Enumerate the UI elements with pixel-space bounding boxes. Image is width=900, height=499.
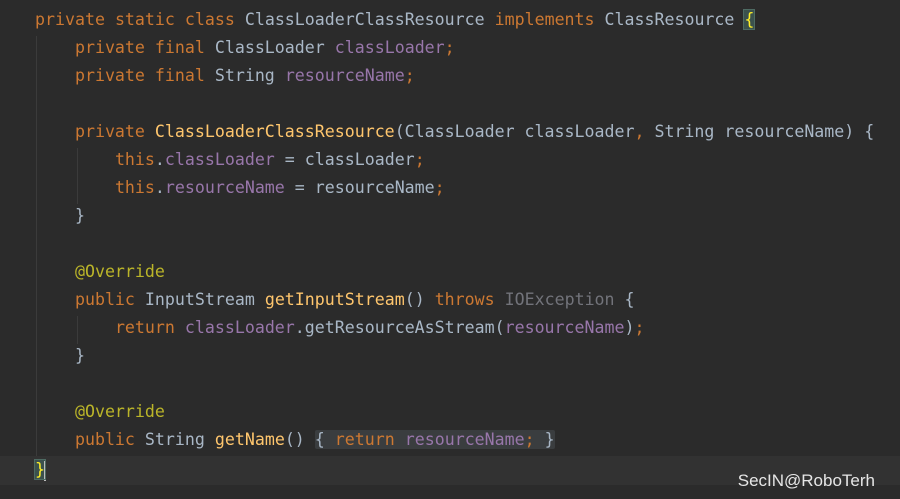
dot: . [154,178,165,197]
keyword-class: class [184,10,235,29]
field-name: classLoader [334,38,445,57]
keyword-return: return [114,318,175,337]
comma: , [634,122,645,141]
class-name: ClassLoaderClassResource [244,10,485,29]
watermark: SecIN@RoboTerh [737,471,875,490]
keyword-public: public [74,430,135,449]
keyword-private: private [74,66,145,85]
field-name: resourceName [284,66,405,85]
exception-type: IOException [504,290,615,309]
code-line-10[interactable]: @Override [35,258,165,286]
constructor-name: ClassLoaderClassResource [154,122,395,141]
field-type: ClassLoader [214,38,325,57]
annotation-override: @Override [74,262,165,281]
open-brace: { [314,430,325,449]
annotation-override: @Override [74,402,165,421]
keyword-throws: throws [434,290,495,309]
code-line-2[interactable]: private final ClassLoader classLoader; [35,34,455,62]
parameter-2: String resourceName) { [644,122,875,141]
parameter-1: (ClassLoader classLoader [394,122,635,141]
keyword-private: private [74,38,145,57]
code-line-16[interactable]: public String getName() { return resourc… [35,426,555,454]
return-type: InputStream [144,290,255,309]
field-ref: resourceName [164,178,285,197]
code-editor[interactable]: private static class ClassLoaderClassRes… [0,0,900,499]
field-type: String [214,66,275,85]
parens: () [404,290,425,309]
code-line-11[interactable]: public InputStream getInputStream() thro… [35,286,635,314]
method-call: .getResourceAsStream( [294,318,505,337]
matched-open-brace: { [743,9,756,30]
field-ref: resourceName [404,430,525,449]
semicolon: ; [444,38,455,57]
keyword-this: this [114,150,155,169]
dot: . [154,150,165,169]
interface-name: ClassResource [604,10,735,29]
close-paren: ) [624,318,635,337]
keyword-implements: implements [494,10,595,29]
open-brace: { [624,290,635,309]
code-line-6[interactable]: this.classLoader = classLoader; [35,146,425,174]
text-cursor [44,460,46,481]
semicolon: ; [634,318,645,337]
parens: () [284,430,305,449]
keyword-final: final [154,66,205,85]
keyword-private: private [74,122,145,141]
code-line-7[interactable]: this.resourceName = resourceName; [35,174,445,202]
close-brace: } [74,206,85,225]
return-type: String [144,430,205,449]
keyword-public: public [74,290,135,309]
field-ref: classLoader [184,318,295,337]
field-ref: classLoader [164,150,275,169]
keyword-return: return [334,430,395,449]
keyword-final: final [154,38,205,57]
keyword-this: this [114,178,155,197]
code-line-8[interactable]: } [35,202,85,230]
code-line-13[interactable]: } [35,342,85,370]
semicolon: ; [414,150,425,169]
semicolon: ; [524,430,535,449]
code-line-1[interactable]: private static class ClassLoaderClassRes… [35,6,756,34]
method-name: getName [214,430,285,449]
code-line-15[interactable]: @Override [35,398,165,426]
assignment: = classLoader [274,150,415,169]
code-line-3[interactable]: private final String resourceName; [35,62,415,90]
code-line-17[interactable]: } [34,456,46,484]
field-ref: resourceName [504,318,625,337]
code-line-5[interactable]: private ClassLoaderClassResource(ClassLo… [35,118,874,146]
close-brace: } [74,346,85,365]
semicolon: ; [434,178,445,197]
method-name: getInputStream [264,290,405,309]
code-line-12[interactable]: return classLoader.getResourceAsStream(r… [35,314,645,342]
assignment: = resourceName [284,178,435,197]
semicolon: ; [404,66,415,85]
folded-method-body[interactable]: { return resourceName; } [314,430,555,449]
close-brace: } [544,430,555,449]
keyword-static: static [114,10,175,29]
indent-guide [36,36,37,456]
keyword-private: private [35,10,105,29]
